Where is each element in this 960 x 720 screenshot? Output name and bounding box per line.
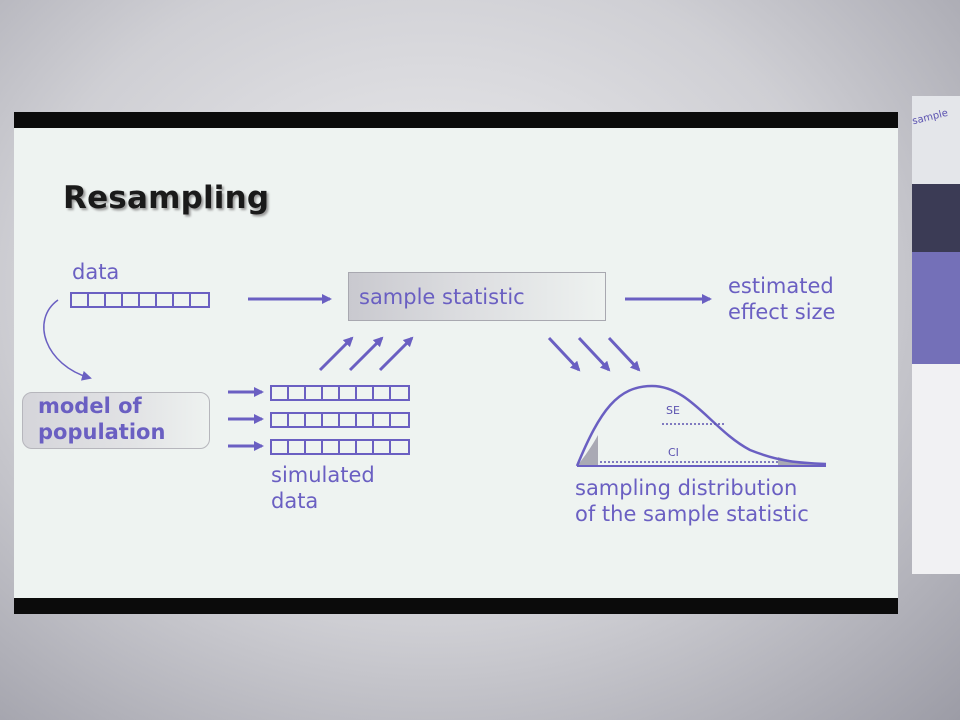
curved-arrow-data-to-model xyxy=(43,299,92,381)
arrow-down-3 xyxy=(607,336,641,372)
arrow-sim-up-3 xyxy=(378,336,414,372)
arrow-down-2 xyxy=(577,336,611,372)
diagram-arrows xyxy=(43,294,827,467)
arrow-sim-up-1 xyxy=(318,336,354,372)
arrow-sim-up-2 xyxy=(348,336,384,372)
sampling-distribution-curve xyxy=(575,384,827,467)
arrow-down-1 xyxy=(547,336,581,372)
